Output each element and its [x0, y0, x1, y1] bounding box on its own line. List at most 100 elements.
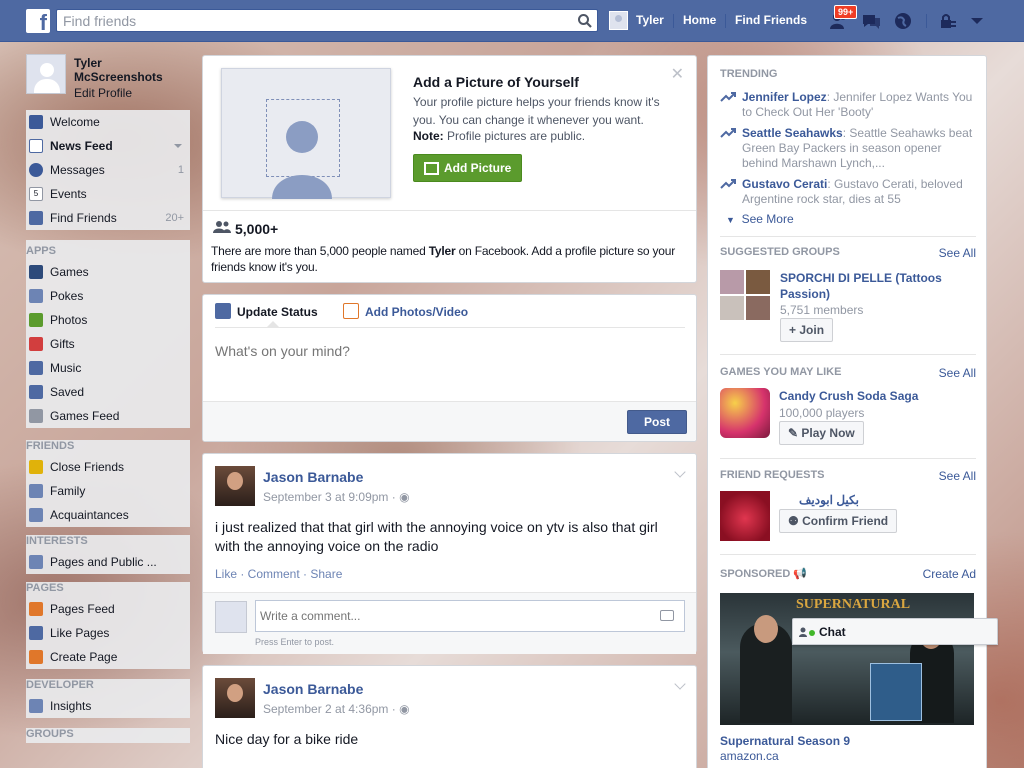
sidebar-item-games[interactable]: Games [26, 260, 190, 284]
story-actions[interactable]: Like · Comment · Share [215, 567, 342, 581]
see-all-link[interactable]: See All [939, 469, 976, 483]
author-name[interactable]: Jason Barnabe [263, 469, 363, 485]
sponsored-section: SPONSORED 📢 Create Ad SUPERNATURAL Super… [720, 567, 976, 763]
chevron-down-icon[interactable] [174, 144, 182, 148]
sidebar-item-create-page[interactable]: Create Page [26, 645, 190, 669]
trending-name: Jennifer Lopez [742, 90, 827, 104]
divider [720, 554, 976, 555]
messages-icon[interactable] [860, 11, 882, 31]
ad-title[interactable]: Supernatural Season 9 [720, 734, 850, 748]
favorites-section: Welcome News Feed Messages 1 5 Events Fi… [26, 110, 190, 230]
author-avatar[interactable] [215, 678, 255, 718]
timestamp-text: September 2 at 4:36pm [263, 702, 389, 716]
edit-profile-link[interactable]: Edit Profile [74, 86, 132, 100]
user-avatar[interactable] [609, 11, 628, 30]
comment-input[interactable] [255, 600, 685, 632]
nav-home-link[interactable]: Home [683, 13, 716, 27]
sidebar-item-count: 1 [177, 164, 184, 176]
trending-section: TRENDING Jennifer Lopez: Jennifer Lopez … [720, 68, 976, 226]
section-heading: SUGGESTED GROUPS [720, 246, 840, 258]
see-all-link[interactable]: See All [939, 366, 976, 380]
chevron-down-icon[interactable] [674, 678, 686, 690]
sidebar-item-pages-public[interactable]: Pages and Public ... [26, 550, 190, 574]
create-ad-link[interactable]: Create Ad [923, 567, 976, 581]
like-icon [29, 626, 43, 640]
add-picture-button[interactable]: Add Picture [413, 154, 522, 182]
privacy-lock-icon[interactable] [938, 11, 960, 31]
profile-avatar[interactable] [26, 54, 66, 94]
search-box[interactable] [56, 9, 598, 32]
sidebar-item-saved[interactable]: Saved [26, 380, 190, 404]
ad-domain[interactable]: amazon.ca [720, 749, 779, 763]
tab-update-status[interactable]: Update Status [237, 305, 318, 319]
sidebar-item-gifts[interactable]: Gifts [26, 332, 190, 356]
notification-badge: 99+ [834, 5, 858, 19]
nav-find-friends-link[interactable]: Find Friends [735, 13, 807, 27]
confirm-friend-button[interactable]: ⚉ Confirm Friend [779, 509, 898, 533]
games-section: GAMES YOU MAY LIKE See All Candy Crush S… [720, 366, 976, 445]
chat-bar[interactable]: Chat [792, 618, 998, 645]
see-all-link[interactable]: See All [939, 246, 976, 260]
ad-dvd-box [870, 663, 922, 721]
sidebar-item-label: Events [50, 187, 87, 201]
story-timestamp[interactable]: September 3 at 9:09pm · ◉ [263, 490, 410, 504]
game-name[interactable]: Candy Crush Soda Saga [779, 389, 918, 403]
tab-add-photos-video[interactable]: Add Photos/Video [365, 305, 468, 319]
post-button[interactable]: Post [627, 410, 687, 434]
sidebar-item-close-friends[interactable]: Close Friends [26, 455, 190, 479]
search-icon[interactable] [577, 13, 593, 29]
sidebar-item-welcome[interactable]: Welcome [26, 110, 190, 134]
heading-text: SPONSORED [720, 568, 791, 580]
facebook-logo-icon[interactable]: f [26, 9, 50, 35]
name-count-description: There are more than 5,000 people named T… [211, 243, 681, 275]
sidebar-item-music[interactable]: Music [26, 356, 190, 380]
status-input[interactable] [215, 343, 675, 359]
ad-image[interactable]: SUPERNATURAL [720, 593, 974, 725]
group-name[interactable]: SPORCHI DI PELLE (Tattoos Passion) [780, 270, 970, 302]
close-icon[interactable]: ✕ [671, 64, 684, 84]
sidebar-item-events[interactable]: 5 Events [26, 182, 190, 206]
see-more-link[interactable]: ▼ See More [720, 212, 976, 226]
facebook-icon [29, 115, 43, 129]
trending-item[interactable]: Jennifer Lopez: Jennifer Lopez Wants You… [720, 90, 976, 120]
join-group-button[interactable]: + Join [780, 318, 834, 342]
camera-icon[interactable] [660, 610, 674, 621]
online-status-icon [809, 630, 815, 636]
author-name[interactable]: Jason Barnabe [263, 681, 363, 697]
megaphone-icon [29, 602, 43, 616]
sidebar-item-news-feed[interactable]: News Feed [26, 134, 190, 158]
note-label: Note: [413, 129, 444, 143]
sidebar-item-messages[interactable]: Messages 1 [26, 158, 190, 182]
sidebar-item-insights[interactable]: Insights [26, 694, 190, 718]
candy-crush-icon[interactable] [720, 388, 770, 438]
sidebar-item-label: Games [50, 265, 89, 279]
settings-caret-icon[interactable] [966, 11, 988, 31]
sidebar-item-photos[interactable]: Photos [26, 308, 190, 332]
sidebar-item-like-pages[interactable]: Like Pages [26, 621, 190, 645]
play-now-button[interactable]: ✎ Play Now [779, 421, 864, 445]
music-icon [29, 361, 43, 375]
section-heading: GAMES YOU MAY LIKE [720, 366, 842, 378]
trending-item[interactable]: Seattle Seahawks: Seattle Seahawks beat … [720, 126, 976, 171]
search-input[interactable] [57, 10, 557, 31]
author-avatar[interactable] [215, 466, 255, 506]
profile-name[interactable]: Tyler McScreenshots [74, 56, 184, 84]
person-icon [799, 627, 807, 637]
story-timestamp[interactable]: September 2 at 4:36pm · ◉ [263, 702, 410, 716]
nav-user-link[interactable]: Tyler [636, 13, 664, 27]
sidebar-item-find-friends[interactable]: Find Friends 20+ [26, 206, 190, 230]
sidebar-item-label: Create Page [50, 650, 118, 664]
divider [215, 327, 685, 328]
sidebar-item-family[interactable]: Family [26, 479, 190, 503]
requester-name[interactable]: بكيل ابوديف [779, 493, 859, 507]
chevron-down-icon[interactable] [674, 466, 686, 478]
trending-item[interactable]: Gustavo Cerati: Gustavo Cerati, beloved … [720, 177, 976, 207]
sidebar-item-games-feed[interactable]: Games Feed [26, 404, 190, 428]
requester-avatar[interactable] [720, 491, 770, 541]
sidebar-item-pages-feed[interactable]: Pages Feed [26, 597, 190, 621]
globe-icon[interactable] [892, 11, 914, 31]
sidebar-item-pokes[interactable]: Pokes [26, 284, 190, 308]
sidebar-item-acquaintances[interactable]: Acquaintances [26, 503, 190, 527]
photo-icon [424, 162, 439, 175]
gift-icon [29, 337, 43, 351]
